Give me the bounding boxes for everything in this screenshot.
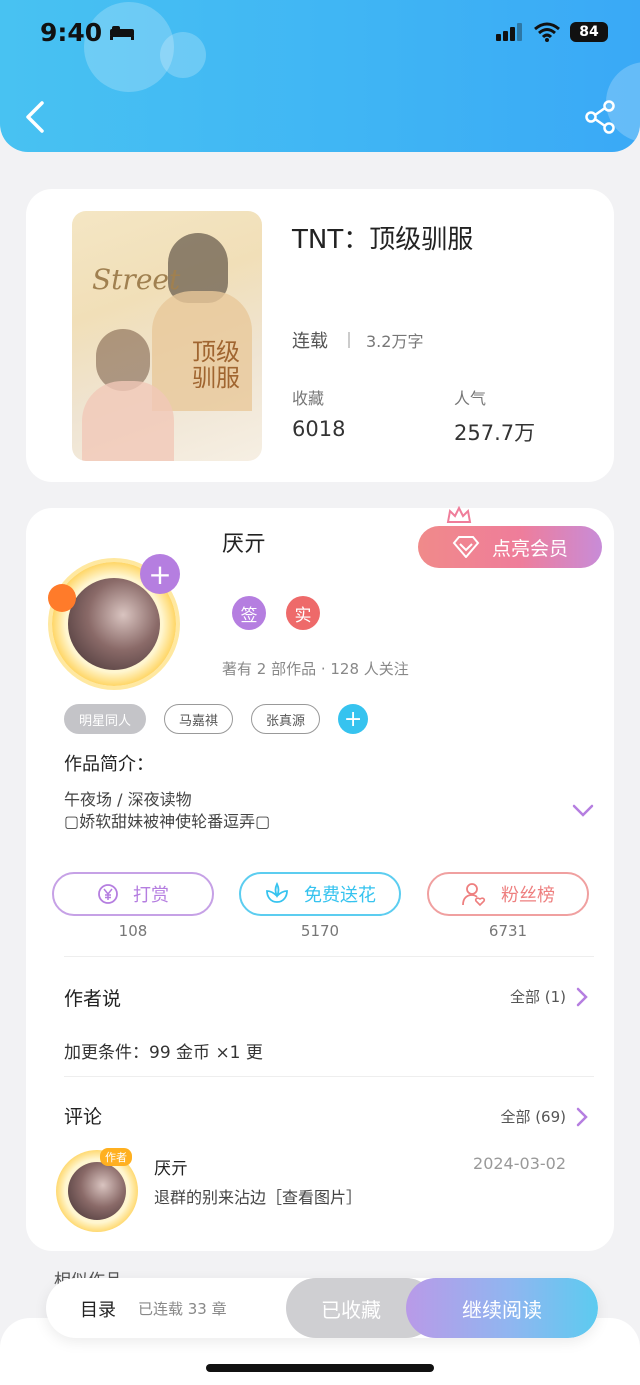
book-status: 连载 (292, 331, 328, 352)
author-name: 厌亓 (222, 532, 267, 557)
reward-label: 打赏 (133, 885, 169, 906)
fan-ranking-label: 粉丝榜 (501, 885, 555, 906)
yen-coin-icon (98, 884, 118, 904)
intro-label: 作品简介： (64, 754, 154, 775)
divider (64, 956, 594, 957)
reward-button[interactable]: 打赏 (52, 872, 214, 916)
crown-icon (446, 506, 472, 523)
comment-text[interactable]: 退群的别来沾边［查看图片］ (154, 1184, 362, 1208)
follow-plus-button[interactable]: + (140, 554, 180, 594)
author-says-more[interactable]: 全部 (1) (510, 986, 588, 1007)
avatar-photo (68, 1162, 126, 1220)
chevron-right-icon (576, 987, 588, 1006)
share-icon[interactable] (584, 100, 616, 134)
divider (348, 332, 350, 348)
avatar-photo (68, 578, 160, 670)
signed-badge: 签 (232, 596, 266, 630)
home-indicator (206, 1364, 434, 1372)
flower-count: 5170 (300, 922, 340, 940)
bottom-action-bar: 目录 已连载 33 章 已收藏 继续阅读 (46, 1278, 598, 1338)
comment-author: 厌亓 (154, 1159, 188, 1179)
reward-count: 108 (118, 922, 148, 940)
favorites-label: 收藏 (292, 389, 325, 408)
wifi-icon (534, 22, 560, 42)
tag-item[interactable]: 张真源 (251, 704, 321, 734)
fans-count: 6731 (488, 922, 528, 940)
toc-button[interactable]: 目录 (80, 1296, 116, 1322)
author-meta: 著有 2 部作品 · 128 人关注 (222, 660, 409, 678)
comments-more[interactable]: 全部 (69) (500, 1106, 588, 1127)
book-title: TNT：顶级驯服 (292, 225, 474, 255)
flower-icon (266, 882, 288, 903)
cellular-signal-icon (496, 23, 522, 41)
vip-label: 点亮会员 (491, 537, 568, 560)
author-card: + 厌亓 点亮会员 签 实 著有 2 部作品 · 128 人关注 明星同人 马嘉… (26, 506, 614, 1251)
tag-item[interactable]: 明星同人 (64, 704, 147, 734)
book-info-card: Street 顶级驯服 TNT：顶级驯服 连载 3.2万字 收藏 6018 人气… (26, 189, 614, 482)
author-says-more-label: 全部 (1) (509, 988, 566, 1006)
intro-text: ▢娇软甜妹被神使轮番逗弄▢ (64, 812, 271, 831)
author-says-title: 作者说 (64, 988, 122, 1010)
comment-date: 2024-03-02 (473, 1154, 566, 1173)
continue-reading-button[interactable]: 继续阅读 (406, 1278, 598, 1338)
free-flower-label: 免费送花 (304, 885, 376, 906)
divider (64, 1076, 594, 1077)
status-time: 9:40 (40, 18, 103, 47)
back-icon[interactable] (22, 100, 48, 134)
decor-bubble (160, 32, 206, 78)
cover-title-text: 顶级驯服 (192, 338, 240, 393)
diamond-icon (452, 536, 480, 558)
free-flower-button[interactable]: 免费送花 (239, 872, 401, 916)
book-word-count: 3.2万字 (366, 332, 424, 351)
update-condition: 加更条件：99 金币 ×1 更 (64, 1043, 263, 1063)
status-indicators: 84 (496, 22, 608, 42)
user-heart-icon (462, 883, 486, 907)
fan-ranking-button[interactable]: 粉丝榜 (427, 872, 589, 916)
comments-title: 评论 (64, 1106, 103, 1128)
chapter-count: 已连载 33 章 (138, 1300, 227, 1318)
chevron-right-icon (576, 1107, 588, 1126)
top-header: 9:40 84 (0, 0, 640, 152)
cover-script-text: Street (92, 263, 181, 296)
book-status-row: 连载 3.2万字 (292, 327, 423, 353)
popularity-label: 人气 (454, 389, 487, 408)
verified-badge: 实 (286, 596, 320, 630)
intro-text: 午夜场 / 深夜读物 (64, 790, 192, 809)
rose-decoration-icon (48, 584, 76, 612)
tag-list: 明星同人 马嘉祺 张真源 + (64, 704, 369, 734)
expand-chevron-icon[interactable] (572, 804, 594, 818)
popularity-stat: 人气 257.7万 (454, 385, 535, 447)
sleep-focus-icon (110, 26, 134, 40)
comments-more-label: 全部 (69) (500, 1108, 566, 1126)
battery-indicator: 84 (570, 22, 608, 42)
book-cover[interactable]: Street 顶级驯服 (72, 211, 262, 461)
favorites-stat: 收藏 6018 (292, 385, 345, 441)
popularity-value: 257.7万 (454, 421, 536, 445)
author-badge: 作者 (100, 1148, 132, 1166)
add-tag-button[interactable]: + (338, 704, 369, 734)
favorites-value: 6018 (292, 417, 346, 441)
vip-button[interactable]: 点亮会员 (418, 526, 602, 568)
tag-item[interactable]: 马嘉祺 (164, 704, 234, 734)
cover-figure (82, 381, 174, 461)
comment-avatar[interactable]: 作者 (56, 1148, 138, 1232)
